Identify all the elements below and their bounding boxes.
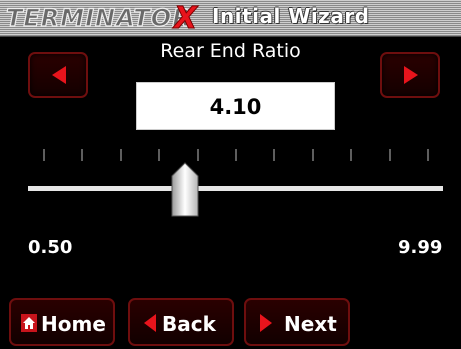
ratio-value-display[interactable]: 4.10	[136, 82, 335, 130]
title-bar: TERMINATOR X Initial Wizard	[0, 0, 461, 37]
slider-max-label: 9.99	[398, 237, 443, 258]
svg-text:X: X	[172, 3, 199, 33]
back-button-label: Back	[162, 312, 216, 336]
slider-thumb[interactable]	[171, 162, 199, 218]
back-arrow-icon	[144, 314, 156, 332]
next-button[interactable]: Next	[244, 298, 350, 346]
home-button-label: Home	[41, 312, 106, 336]
slider-track[interactable]	[28, 186, 443, 191]
next-button-label: Next	[284, 312, 337, 336]
left-arrow-icon	[52, 66, 66, 84]
window-title: Initial Wizard	[212, 4, 370, 28]
terminator-x-logo: TERMINATOR X	[5, 3, 199, 33]
increase-button[interactable]	[380, 52, 440, 98]
home-icon	[21, 314, 37, 332]
decrease-button[interactable]	[28, 52, 88, 98]
next-arrow-icon	[260, 314, 272, 332]
svg-text:TERMINATOR: TERMINATOR	[6, 4, 192, 32]
back-button[interactable]: Back	[128, 298, 234, 346]
slider-ticks	[43, 149, 429, 161]
slider-min-label: 0.50	[28, 237, 73, 258]
right-arrow-icon	[404, 66, 418, 84]
home-button[interactable]: Home	[9, 298, 115, 346]
